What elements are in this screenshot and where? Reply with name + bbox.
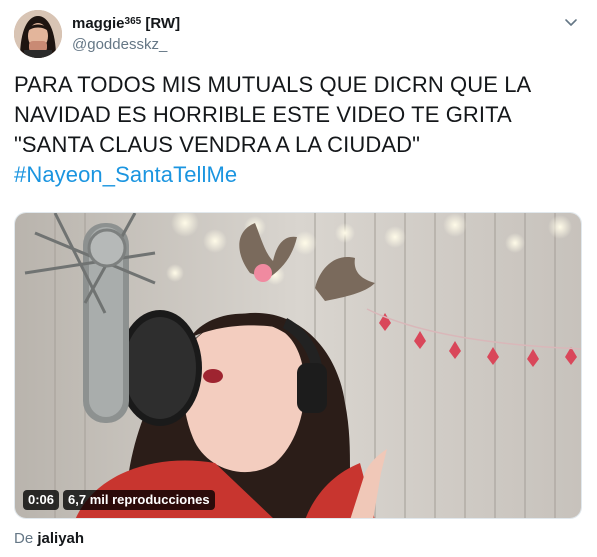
display-name[interactable]: maggie365 [RW] <box>72 12 180 34</box>
hashtag-link[interactable]: #Nayeon_SantaTellMe <box>14 162 237 187</box>
video-duration: 0:06 <box>23 490 60 510</box>
display-name-superscript: 365 <box>124 16 142 27</box>
video-player[interactable]: 0:06 6,7 mil reproducciones <box>14 212 582 519</box>
video-view-count: 6,7 mil reproducciones <box>63 490 215 510</box>
user-names[interactable]: maggie365 [RW] @goddesskz_ <box>72 12 180 55</box>
tweet-card: maggie365 [RW] @goddesskz_ PARA TODOS MI… <box>0 0 597 557</box>
attribution: De jaliyah <box>14 529 84 549</box>
display-name-tag: [RW] <box>145 15 181 32</box>
tweet-text: PARA TODOS MIS MUTUALS QUE DICRN QUE LA … <box>14 70 584 190</box>
attribution-author[interactable]: jaliyah <box>37 530 84 547</box>
avatar[interactable] <box>14 10 62 58</box>
attribution-prefix: De <box>14 530 34 547</box>
video-badges: 0:06 6,7 mil reproducciones <box>23 490 215 510</box>
tweet-body: PARA TODOS MIS MUTUALS QUE DICRN QUE LA … <box>14 72 531 157</box>
chevron-down-icon[interactable] <box>563 14 579 30</box>
username[interactable]: @goddesskz_ <box>72 35 180 55</box>
video-thumbnail <box>15 213 581 518</box>
display-name-text: maggie <box>72 15 125 32</box>
